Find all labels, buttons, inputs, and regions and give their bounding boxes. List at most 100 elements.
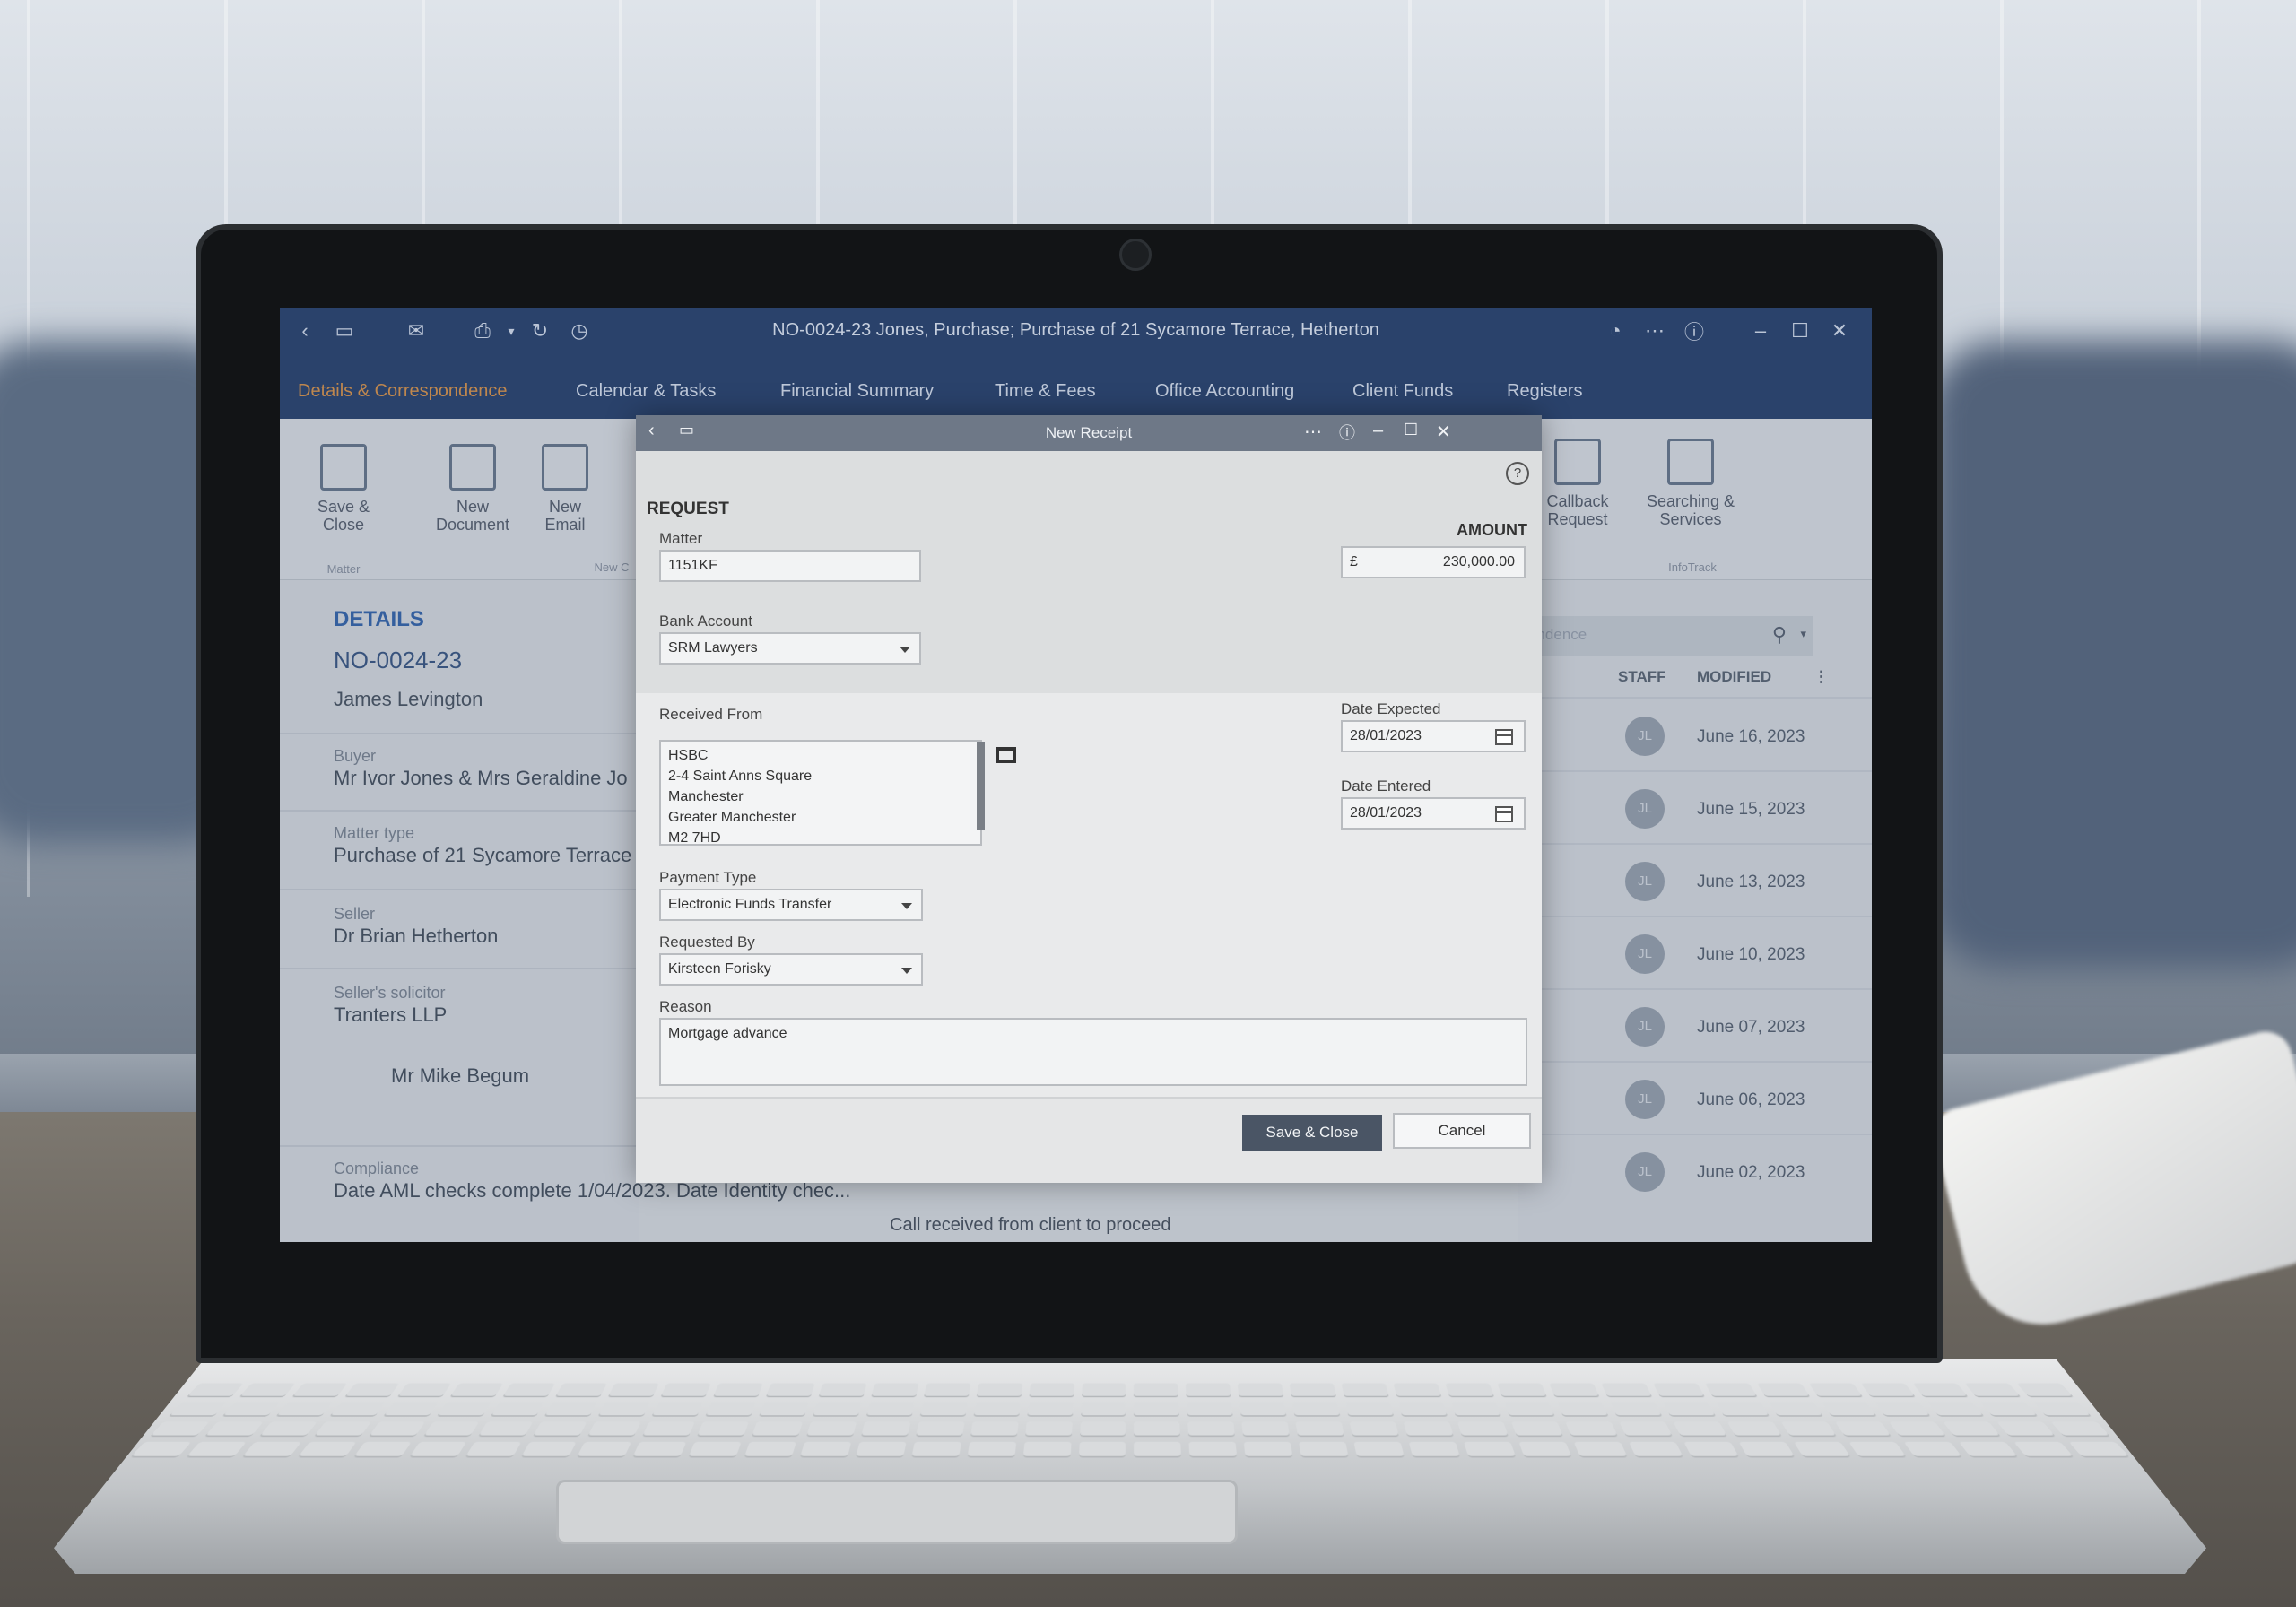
- keyboard-key: [697, 1421, 749, 1437]
- calendar-icon[interactable]: [1495, 729, 1513, 745]
- address-book-icon[interactable]: [996, 747, 1016, 763]
- keyboard-key: [1398, 1403, 1448, 1417]
- keyboard-key: [491, 1403, 544, 1417]
- date-expected-value: 28/01/2023: [1350, 728, 1422, 743]
- keyboard-key: [970, 1421, 1019, 1437]
- keyboard-key: [1610, 1403, 1663, 1417]
- keyboard-key: [222, 1403, 279, 1417]
- keyboard-key: [1965, 1384, 2022, 1398]
- keyboard-key: [759, 1403, 809, 1417]
- keyboard-key: [1238, 1384, 1284, 1398]
- keyboard-key: [806, 1421, 857, 1437]
- laptop-screen: ‹ ▭ ✉ ⎙ ▾ ↻ ◷ NO-0024-23 Jones, Purchase…: [280, 308, 1872, 1242]
- keyboard-key: [1757, 1384, 1811, 1398]
- keyboard-key: [973, 1403, 1021, 1417]
- keyboard-key: [449, 1384, 503, 1398]
- requested-by-select[interactable]: Kirsteen Forisky: [659, 953, 923, 986]
- amount-label: AMOUNT: [1457, 521, 1527, 540]
- keyboard-key: [1889, 1421, 1946, 1437]
- help-icon[interactable]: ?: [1506, 462, 1529, 485]
- keyboard-key: [765, 1384, 814, 1398]
- keyboard-key: [1629, 1442, 1683, 1458]
- reason-textarea[interactable]: Mortgage advance: [659, 1018, 1527, 1086]
- keyboard-key: [241, 1442, 301, 1458]
- keyboard-key: [1822, 1403, 1877, 1417]
- keyboard-key: [465, 1442, 521, 1458]
- keyboard-key: [1996, 1421, 2056, 1437]
- cancel-button[interactable]: Cancel: [1393, 1113, 1531, 1149]
- keyboard-key: [1620, 1421, 1674, 1437]
- keyboard-key: [1511, 1421, 1563, 1437]
- minimize-icon[interactable]: –: [1373, 421, 1383, 441]
- calendar-icon[interactable]: [1495, 806, 1513, 822]
- date-expected-label: Date Expected: [1341, 700, 1441, 718]
- keyboard-key: [1874, 1403, 1931, 1417]
- keyboard-key: [1242, 1421, 1291, 1437]
- blurred-cushion: [1928, 341, 2296, 969]
- keyboard-key: [1409, 1442, 1461, 1458]
- received-from-line: Manchester: [668, 786, 973, 807]
- received-from-line: M2 7HD: [668, 828, 973, 848]
- reason-label: Reason: [659, 998, 712, 1016]
- keyboard-key: [383, 1403, 439, 1417]
- keyboard-key: [587, 1421, 641, 1437]
- save-close-button[interactable]: Save & Close: [1242, 1115, 1382, 1151]
- keyboard-key: [1769, 1403, 1823, 1417]
- date-entered-field[interactable]: 28/01/2023: [1341, 797, 1526, 830]
- keyboard-key: [865, 1403, 914, 1417]
- keyboard-key: [607, 1384, 658, 1398]
- payment-type-select[interactable]: Electronic Funds Transfer: [659, 889, 923, 921]
- keyboard-key: [186, 1442, 247, 1458]
- keyboard-key: [1498, 1384, 1548, 1398]
- keyboard-key: [369, 1421, 425, 1437]
- keyboard-key: [1451, 1403, 1501, 1417]
- bank-account-label: Bank Account: [659, 612, 752, 630]
- keyboard-key: [577, 1442, 631, 1458]
- keyboard-key: [1943, 1421, 2001, 1437]
- keyboard-key: [1739, 1442, 1796, 1458]
- keyboard-key: [1959, 1442, 2019, 1458]
- keyboard-key: [1794, 1442, 1851, 1458]
- keyboard-key: [423, 1421, 479, 1437]
- textarea-scrollbar[interactable]: [977, 742, 985, 830]
- keyboard-key: [1354, 1442, 1405, 1458]
- date-entered-label: Date Entered: [1341, 777, 1431, 795]
- keyboard-key: [1835, 1421, 1892, 1437]
- keyboard-key: [1345, 1403, 1394, 1417]
- keyboard-key: [967, 1442, 1016, 1458]
- received-from-label: Received From: [659, 706, 762, 724]
- keyboard-key: [597, 1403, 650, 1417]
- amount-field[interactable]: £ 230,000.00: [1341, 546, 1526, 578]
- dialog-titlebar: ‹ ▭ New Receipt ⋯ ⓘ – ☐ ✕: [636, 415, 1542, 451]
- keyboard-key: [329, 1403, 386, 1417]
- keyboard-key: [1025, 1421, 1073, 1437]
- keyboard-key: [1674, 1421, 1728, 1437]
- received-from-textarea[interactable]: HSBC 2-4 Saint Anns Square Manchester Gr…: [659, 740, 982, 846]
- more-icon[interactable]: ⋯: [1304, 421, 1322, 443]
- laptop-keyboard: [130, 1384, 2130, 1458]
- payment-type-label: Payment Type: [659, 869, 756, 887]
- keyboard-key: [1446, 1384, 1495, 1398]
- keyboard-key: [1684, 1442, 1740, 1458]
- keyboard-key: [1299, 1442, 1349, 1458]
- maximize-icon[interactable]: ☐: [1404, 421, 1418, 439]
- keyboard-key: [1188, 1421, 1236, 1437]
- keyboard-key: [396, 1384, 451, 1398]
- keyboard-key: [1350, 1421, 1399, 1437]
- help-icon[interactable]: ⓘ: [1339, 421, 1355, 444]
- received-from-line: Greater Manchester: [668, 807, 973, 828]
- keyboard-key: [239, 1384, 295, 1398]
- close-icon[interactable]: ✕: [1436, 421, 1451, 443]
- keyboard-key: [1029, 1384, 1074, 1398]
- keyboard-key: [1809, 1384, 1864, 1398]
- matter-field[interactable]: 1151KF: [659, 550, 921, 582]
- keyboard-key: [688, 1442, 741, 1458]
- keyboard-key: [744, 1442, 796, 1458]
- keyboard-key: [713, 1384, 763, 1398]
- new-receipt-dialog: ‹ ▭ New Receipt ⋯ ⓘ – ☐ ✕ ? REQUEST Matt…: [636, 415, 1542, 1183]
- bank-account-select[interactable]: SRM Lawyers: [659, 632, 921, 665]
- date-expected-field[interactable]: 28/01/2023: [1341, 720, 1526, 752]
- keyboard-key: [818, 1384, 866, 1398]
- keyboard-key: [437, 1403, 491, 1417]
- keyboard-key: [1394, 1384, 1442, 1398]
